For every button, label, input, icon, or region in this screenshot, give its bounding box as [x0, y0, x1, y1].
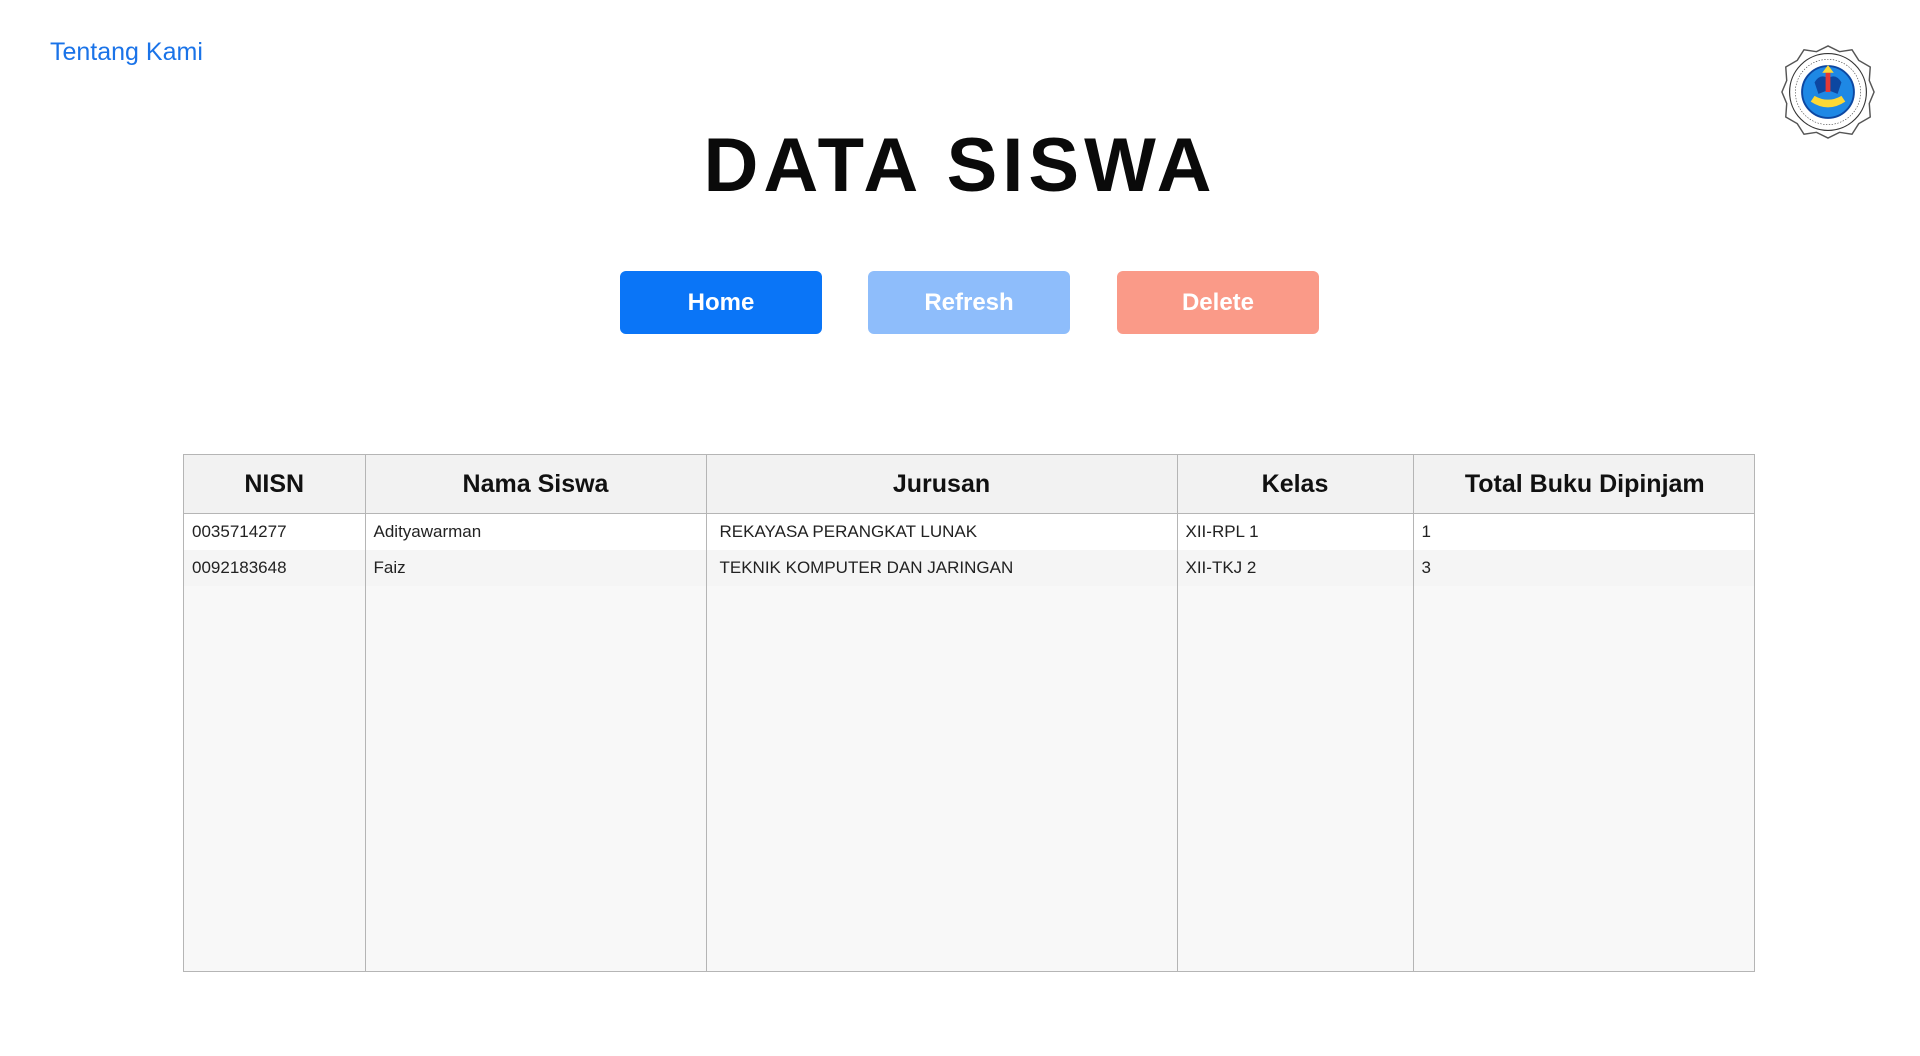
table-header-row: NISN Nama Siswa Jurusan Kelas Total Buku…: [184, 455, 1754, 514]
cell-jurusan: TEKNIK KOMPUTER DAN JARINGAN: [706, 550, 1178, 586]
header-jurusan[interactable]: Jurusan: [706, 455, 1178, 514]
header-nisn[interactable]: NISN: [184, 455, 366, 514]
empty-cell: [1413, 586, 1754, 971]
cell-jurusan: REKAYASA PERANGKAT LUNAK: [706, 513, 1178, 550]
empty-cell: [1177, 586, 1414, 971]
cell-nisn: 0035714277: [184, 513, 366, 550]
cell-nama-siswa: Adityawarman: [365, 513, 707, 550]
cell-nisn: 0092183648: [184, 550, 366, 586]
delete-button[interactable]: Delete: [1117, 271, 1319, 334]
about-link[interactable]: Tentang Kami: [50, 38, 203, 67]
cell-kelas: XII-RPL 1: [1177, 513, 1414, 550]
cell-total-buku: 3: [1413, 550, 1754, 586]
cell-kelas: XII-TKJ 2: [1177, 550, 1414, 586]
cell-nama-siswa: Faiz: [365, 550, 707, 586]
school-emblem-icon: [1781, 45, 1875, 139]
student-table: NISN Nama Siswa Jurusan Kelas Total Buku…: [183, 454, 1755, 972]
empty-cell: [706, 586, 1178, 971]
page: Tentang Kami DATA SISWA Home Refresh Del…: [0, 0, 1920, 1056]
header-total-buku[interactable]: Total Buku Dipinjam: [1413, 455, 1754, 514]
table-row[interactable]: 0035714277 Adityawarman REKAYASA PERANGK…: [184, 513, 1754, 550]
home-button[interactable]: Home: [620, 271, 822, 334]
table-row[interactable]: 0092183648 Faiz TEKNIK KOMPUTER DAN JARI…: [184, 550, 1754, 586]
page-title: DATA SISWA: [703, 123, 1217, 208]
empty-cell: [184, 586, 366, 971]
header-kelas[interactable]: Kelas: [1177, 455, 1414, 514]
header-nama-siswa[interactable]: Nama Siswa: [365, 455, 707, 514]
cell-total-buku: 1: [1413, 513, 1754, 550]
table-empty-area: [184, 586, 1754, 971]
refresh-button[interactable]: Refresh: [868, 271, 1070, 334]
empty-cell: [365, 586, 707, 971]
